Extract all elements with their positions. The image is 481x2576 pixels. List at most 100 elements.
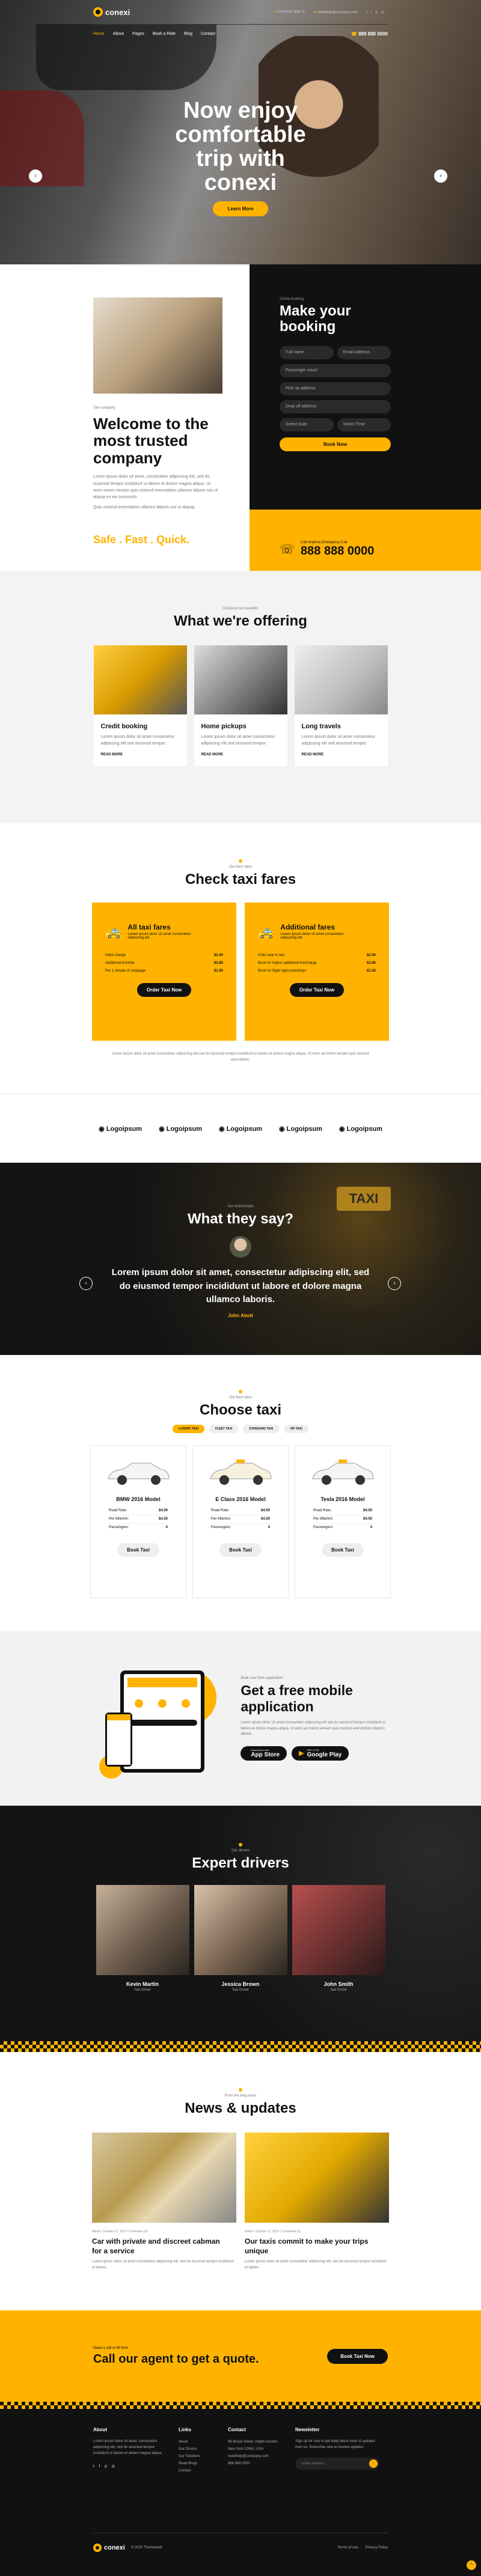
footer-link[interactable]: Contact bbox=[179, 2467, 215, 2474]
welcome-kicker: Taxi company bbox=[93, 406, 115, 410]
passenger-count-field[interactable]: Passenger count bbox=[280, 364, 391, 377]
driver-role: Taxi Driver bbox=[133, 1988, 152, 1992]
read-more-link[interactable]: READ MORE bbox=[201, 753, 280, 757]
fare-card-sub: Lorem ipsum dolor sit amet consectetur a… bbox=[280, 933, 344, 940]
section-dot bbox=[239, 2088, 242, 2092]
news-card[interactable]: Admin / October 17, 2019 / Comments (0) … bbox=[245, 2133, 389, 2271]
checker-divider bbox=[0, 2041, 481, 2052]
driver-card[interactable]: John Smith Taxi Driver bbox=[292, 1885, 385, 1992]
full-name-field[interactable]: Full name bbox=[280, 346, 334, 359]
nav-contact[interactable]: Contact bbox=[201, 32, 215, 36]
order-taxi-button[interactable]: Order Taxi Now bbox=[136, 982, 192, 997]
date-field[interactable]: Select Date bbox=[280, 418, 334, 431]
driver-card[interactable]: Kevin Martin Taxi Driver bbox=[96, 1885, 189, 1992]
time-field[interactable]: Select Time bbox=[337, 418, 391, 431]
fares-title: Check taxi fares bbox=[185, 871, 296, 888]
tab-vip[interactable]: VIP TAXI bbox=[284, 1425, 308, 1433]
footer-address: New York 10061, USA bbox=[228, 2447, 264, 2451]
footer-link[interactable]: Our Drivers bbox=[179, 2446, 215, 2453]
booking-title-1: Make your bbox=[280, 303, 351, 319]
tab-standard[interactable]: STANDARD TAXI bbox=[243, 1425, 280, 1433]
order-taxi-button[interactable]: Order Taxi Now bbox=[289, 982, 345, 997]
call-number[interactable]: 888 888 0000 bbox=[301, 544, 374, 558]
newsletter-email-input[interactable] bbox=[295, 2458, 379, 2470]
footer-email[interactable]: needhelp@company.com bbox=[228, 2453, 282, 2460]
header-phone[interactable]: ☎ 888 888 0000 bbox=[351, 31, 388, 37]
fare-row: Additional km/mile $3.80 bbox=[105, 961, 223, 966]
google-play-button[interactable]: ▶ GET IT ON Google Play bbox=[292, 1746, 349, 1761]
pinterest-icon[interactable]: p bbox=[375, 11, 381, 14]
nav-home[interactable]: Home bbox=[93, 32, 105, 36]
footer-logo[interactable]: conexi bbox=[93, 2544, 125, 2552]
news-title-2[interactable]: unique bbox=[245, 2247, 389, 2256]
booking-title-2: booking bbox=[280, 318, 336, 335]
read-more-link[interactable]: READ MORE bbox=[101, 753, 180, 757]
instagram-icon[interactable]: ◎ bbox=[112, 2465, 120, 2468]
social-icons: tfp◎ bbox=[366, 10, 388, 14]
driver-name: John Smith bbox=[323, 1981, 354, 1987]
tab-fleet[interactable]: FLEET TAXI bbox=[209, 1425, 239, 1433]
twitter-icon[interactable]: t bbox=[93, 2465, 99, 2468]
slider-next-button[interactable]: › bbox=[434, 169, 447, 183]
book-taxi-button[interactable]: Book Taxi bbox=[322, 1542, 364, 1557]
news-card[interactable]: Admin / October 17, 2019 / Comments (0) … bbox=[92, 2133, 236, 2271]
news-title-2[interactable]: for a service bbox=[92, 2247, 236, 2256]
terms-link[interactable]: Terms of use bbox=[337, 2546, 358, 2550]
welcome-image bbox=[93, 297, 222, 394]
logo[interactable]: conexi bbox=[93, 7, 130, 17]
client-logo: ◉ Logoipsum bbox=[159, 1125, 203, 1133]
tab-luxury[interactable]: LUXURY TAXI bbox=[173, 1425, 204, 1433]
footer-link[interactable]: About bbox=[179, 2438, 215, 2446]
pinterest-icon[interactable]: p bbox=[105, 2465, 111, 2468]
testimonial-prev-button[interactable]: ‹ bbox=[79, 1277, 93, 1290]
car-name: E Class 2016 Model bbox=[215, 1496, 266, 1502]
nav-book[interactable]: Book a Ride bbox=[153, 32, 176, 36]
driver-name: Kevin Martin bbox=[126, 1981, 159, 1987]
email-link[interactable]: ✉ needhelp@company.com bbox=[313, 10, 358, 14]
book-taxi-button[interactable]: Book Taxi bbox=[117, 1542, 159, 1557]
sign-in-link[interactable]: ● Customer Sign in bbox=[274, 10, 304, 14]
news-title-1[interactable]: Car with private and discreet cabman bbox=[92, 2237, 236, 2247]
welcome-text: Lorem ipsum dolor sit amet, consectetur … bbox=[93, 475, 218, 499]
scroll-top-button[interactable]: ^ bbox=[467, 2560, 476, 2570]
fares-note: Lorem ipsum dolor sit amet consectetur a… bbox=[112, 1052, 369, 1062]
privacy-link[interactable]: Privacy Policy bbox=[366, 2546, 388, 2550]
cta-kicker: Make a call or fill form bbox=[93, 2346, 129, 2350]
offer-card[interactable]: Home pickups Lorem ipsum dolor sit amet … bbox=[194, 645, 287, 767]
nav-blog[interactable]: Blog bbox=[184, 32, 192, 36]
dropoff-address-field[interactable]: Drop off address bbox=[280, 400, 391, 413]
chevron-left-icon: ‹ bbox=[34, 172, 37, 179]
logo-icon bbox=[93, 7, 103, 17]
book-now-button[interactable]: Book Now bbox=[280, 437, 391, 451]
footer-phone[interactable]: 888 888 0000 bbox=[228, 2460, 282, 2467]
email-field[interactable]: Email address bbox=[337, 346, 391, 359]
rate-row: Per Mile/km: $4.50 bbox=[211, 1515, 270, 1524]
book-taxi-now-button[interactable]: Book Taxi Now bbox=[327, 2348, 388, 2364]
nav-pages[interactable]: Pages bbox=[132, 32, 144, 36]
logo-mark-icon: ◉ bbox=[219, 1125, 225, 1133]
emergency-call: ☏ Call Anytime Emergency Call 888 888 00… bbox=[250, 510, 481, 571]
read-more-link[interactable]: READ MORE bbox=[302, 753, 381, 757]
testimonial-next-button[interactable]: › bbox=[388, 1277, 401, 1290]
pickup-address-field[interactable]: Pick up address bbox=[280, 382, 391, 395]
twitter-icon[interactable]: t bbox=[366, 11, 371, 14]
taxi-card: BMW 2016 Model Road Rate: $4.50 Per Mile/… bbox=[90, 1445, 186, 1598]
driver-role: Taxi Driver bbox=[231, 1988, 250, 1992]
hero-learn-more-button[interactable]: Learn More bbox=[213, 201, 268, 216]
slider-prev-button[interactable]: ‹ bbox=[29, 169, 42, 183]
cta-section: Make a call or fill form Call our agent … bbox=[0, 2310, 481, 2402]
footer-link[interactable]: Read Blogs bbox=[179, 2460, 215, 2467]
footer-link[interactable]: Our Solutions bbox=[179, 2453, 215, 2460]
offer-card[interactable]: Credit booking Lorem ipsum dolor sit ame… bbox=[93, 645, 187, 767]
quote-line-2: do eiusmod tempor incididunt ut labore e… bbox=[119, 1280, 362, 1291]
nav-about[interactable]: About bbox=[113, 32, 124, 36]
instagram-icon[interactable]: ◎ bbox=[381, 11, 388, 14]
news-title-1[interactable]: Our taxis commit to make your trips bbox=[245, 2237, 389, 2247]
book-taxi-button[interactable]: Book Taxi bbox=[219, 1542, 262, 1557]
app-store-button[interactable]: Download on the App Store bbox=[240, 1746, 287, 1761]
testimonial-kicker: Our testimonials bbox=[227, 1205, 254, 1208]
facebook-icon[interactable]: f bbox=[99, 2465, 105, 2468]
offer-card[interactable]: Long travels Lorem ipsum dolor sit amet … bbox=[294, 645, 388, 767]
taxi-icon: 🚕 bbox=[105, 924, 122, 939]
driver-card[interactable]: Jessica Brown Taxi Driver bbox=[194, 1885, 287, 1992]
